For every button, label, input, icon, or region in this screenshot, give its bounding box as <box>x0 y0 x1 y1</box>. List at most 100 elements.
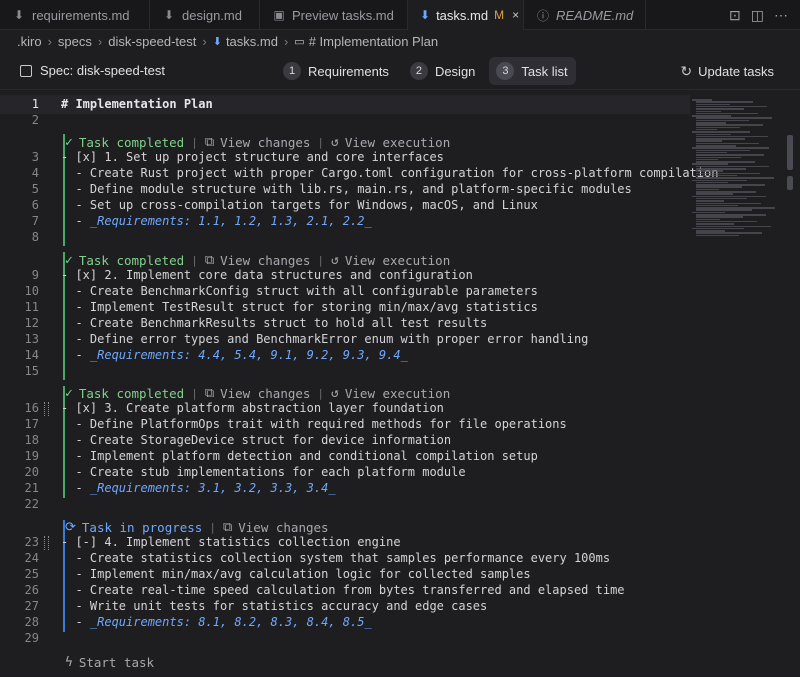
step-label: Task list <box>521 63 568 79</box>
code-line[interactable]: 11 - Implement TestResult struct for sto… <box>0 299 690 315</box>
view-changes-link[interactable]: View changes <box>238 520 328 535</box>
view-changes-link[interactable]: View changes <box>220 386 310 401</box>
line-text: # Implementation Plan <box>61 97 213 111</box>
code-line[interactable]: 22 <box>0 496 690 512</box>
line-text: - Implement platform detection and condi… <box>61 449 538 463</box>
check-icon: ✓ <box>65 252 73 268</box>
minimap-line <box>696 133 731 135</box>
view-execution-link[interactable]: View execution <box>345 253 450 268</box>
minimap-line <box>692 147 769 149</box>
diff-icon: ⧉ <box>204 385 215 401</box>
minimap-line <box>696 105 767 108</box>
step-task-list[interactable]: 3 Task list <box>489 57 576 85</box>
code-line[interactable]: 1 # Implementation Plan <box>0 96 690 112</box>
line-number: 25 <box>24 567 39 581</box>
minimap-line <box>696 108 744 110</box>
history-icon: ↺ <box>331 134 339 150</box>
breadcrumb-kiro[interactable]: .kiro <box>17 34 42 49</box>
code-line[interactable]: 17 - Define PlatformOps trait with requi… <box>0 416 690 432</box>
code-line[interactable]: 29 <box>0 630 690 646</box>
start-task-link[interactable]: Start task <box>79 655 154 670</box>
tab-tasks[interactable]: ⬇ tasks.md M × <box>408 0 524 30</box>
minimap-line <box>696 161 755 163</box>
tab-label: README.md <box>556 7 634 23</box>
code-line[interactable]: 5 - Define module structure with lib.rs,… <box>0 181 690 197</box>
step-label: Requirements <box>308 63 389 79</box>
code-editor[interactable]: ✓ Task completed | ⧉ View changes | ↺ Vi… <box>0 91 800 677</box>
view-changes-link[interactable]: View changes <box>220 135 310 150</box>
line-content: - Create StorageDevice struct for device… <box>61 432 451 448</box>
minimap-line <box>692 179 747 181</box>
line-content: - _Requirements: 4.4, 5.4, 9.1, 9.2, 9.3… <box>61 347 407 363</box>
tab-readme[interactable]: ⓘ README.md <box>524 0 646 30</box>
minimap-line <box>696 110 721 112</box>
split-editor-icon[interactable]: ◫ <box>751 7 764 24</box>
open-preview-icon[interactable]: ⊡ <box>729 7 741 24</box>
code-line[interactable]: 15 <box>0 363 690 379</box>
breadcrumb-specs[interactable]: specs <box>58 34 92 49</box>
code-line[interactable]: 21 - _Requirements: 3.1, 3.2, 3.3, 3.4_ <box>0 480 690 496</box>
line-content: - [x] 3. Create platform abstraction lay… <box>61 400 444 416</box>
code-line[interactable]: 14 - _Requirements: 4.4, 5.4, 9.1, 9.2, … <box>0 347 690 363</box>
line-number: 28 <box>24 615 39 629</box>
code-line[interactable]: 3 - [x] 1. Set up project structure and c… <box>0 149 690 165</box>
code-line[interactable]: 16 - [x] 3. Create platform abstraction l… <box>0 400 690 416</box>
line-content: - Define PlatformOps trait with required… <box>61 416 566 432</box>
code-line[interactable]: 8 <box>0 229 690 245</box>
minimap-line <box>696 207 775 209</box>
step-number: 2 <box>409 62 428 80</box>
minimap-line <box>696 145 736 147</box>
code-line[interactable]: 20 - Create stub implementations for eac… <box>0 464 690 480</box>
tab-design[interactable]: ⬇ design.md <box>150 0 260 30</box>
code-line[interactable]: 25 - Implement min/max/avg calculation l… <box>0 566 690 582</box>
code-line[interactable]: 18 - Create StorageDevice struct for dev… <box>0 432 690 448</box>
view-execution-link[interactable]: View execution <box>345 135 450 150</box>
step-requirements[interactable]: 1 Requirements <box>276 57 397 85</box>
line-number: 18 <box>24 433 39 447</box>
code-line[interactable]: 2 <box>0 112 690 128</box>
tab-preview-tasks[interactable]: ▣ Preview tasks.md <box>260 0 408 30</box>
scrollbar-thumb[interactable] <box>787 135 793 170</box>
code-line[interactable]: 4 - Create Rust project with proper Carg… <box>0 165 719 181</box>
more-actions-icon[interactable]: ⋯ <box>774 7 788 24</box>
code-line[interactable]: 28 - _Requirements: 8.1, 8.2, 8.3, 8.4, … <box>0 614 690 630</box>
code-line[interactable]: 7 - _Requirements: 1.1, 1.2, 1.3, 2.1, 2… <box>0 213 690 229</box>
line-number: 16 <box>24 401 39 415</box>
minimap-line <box>696 154 764 156</box>
line-content: # Implementation Plan <box>61 96 213 112</box>
code-line[interactable]: 24 - Create statistics collection system… <box>0 550 690 566</box>
minimap-line <box>696 138 745 140</box>
minimap-line <box>692 195 766 198</box>
code-line[interactable]: 10 - Create BenchmarkConfig struct with … <box>0 283 690 299</box>
code-line[interactable]: 6 - Set up cross-compilation targets for… <box>0 197 690 213</box>
tab-requirements[interactable]: ⬇ requirements.md <box>0 0 150 30</box>
breadcrumb-symbol[interactable]: # Implementation Plan <box>309 34 438 49</box>
code-line[interactable]: 19 - Implement platform detection and co… <box>0 448 690 464</box>
step-design[interactable]: 2 Design <box>403 57 483 85</box>
tab-label: tasks.md <box>436 7 489 23</box>
close-icon[interactable]: × <box>512 8 519 22</box>
code-line[interactable]: 23 - [-] 4. Implement statistics collecti… <box>0 534 690 550</box>
code-line[interactable]: 13 - Define error types and BenchmarkErr… <box>0 331 690 347</box>
code-line[interactable]: 27 - Write unit tests for statistics acc… <box>0 598 690 614</box>
code-line[interactable]: 26 - Create real-time speed calculation … <box>0 582 690 598</box>
line-number: 17 <box>24 417 39 431</box>
view-execution-link[interactable]: View execution <box>345 386 450 401</box>
breadcrumb-file[interactable]: tasks.md <box>226 34 278 49</box>
spec-title: Spec: disk-speed-test <box>20 63 165 78</box>
editor-actions: ⊡ ◫ ⋯ <box>729 0 800 30</box>
code-line[interactable]: 12 - Create BenchmarkResults struct to h… <box>0 315 690 331</box>
update-tasks-button[interactable]: ↻ Update tasks <box>680 63 774 80</box>
markdown-icon: ⬇ <box>212 35 222 48</box>
markdown-icon: ⬇ <box>420 8 431 22</box>
line-content: - Implement TestResult struct for storin… <box>61 299 537 315</box>
line-number: 21 <box>24 481 39 495</box>
minimap[interactable] <box>690 91 784 677</box>
code-line[interactable]: 9 - [x] 2. Implement core data structures… <box>0 267 690 283</box>
breadcrumb-spec-folder[interactable]: disk-speed-test <box>108 34 196 49</box>
task-status: Task in progress <box>81 519 203 535</box>
line-text: - <box>61 481 90 495</box>
line-text: - [x] 1. Set up project structure and co… <box>61 150 444 164</box>
line-number: 7 <box>31 214 39 228</box>
view-changes-link[interactable]: View changes <box>220 253 310 268</box>
